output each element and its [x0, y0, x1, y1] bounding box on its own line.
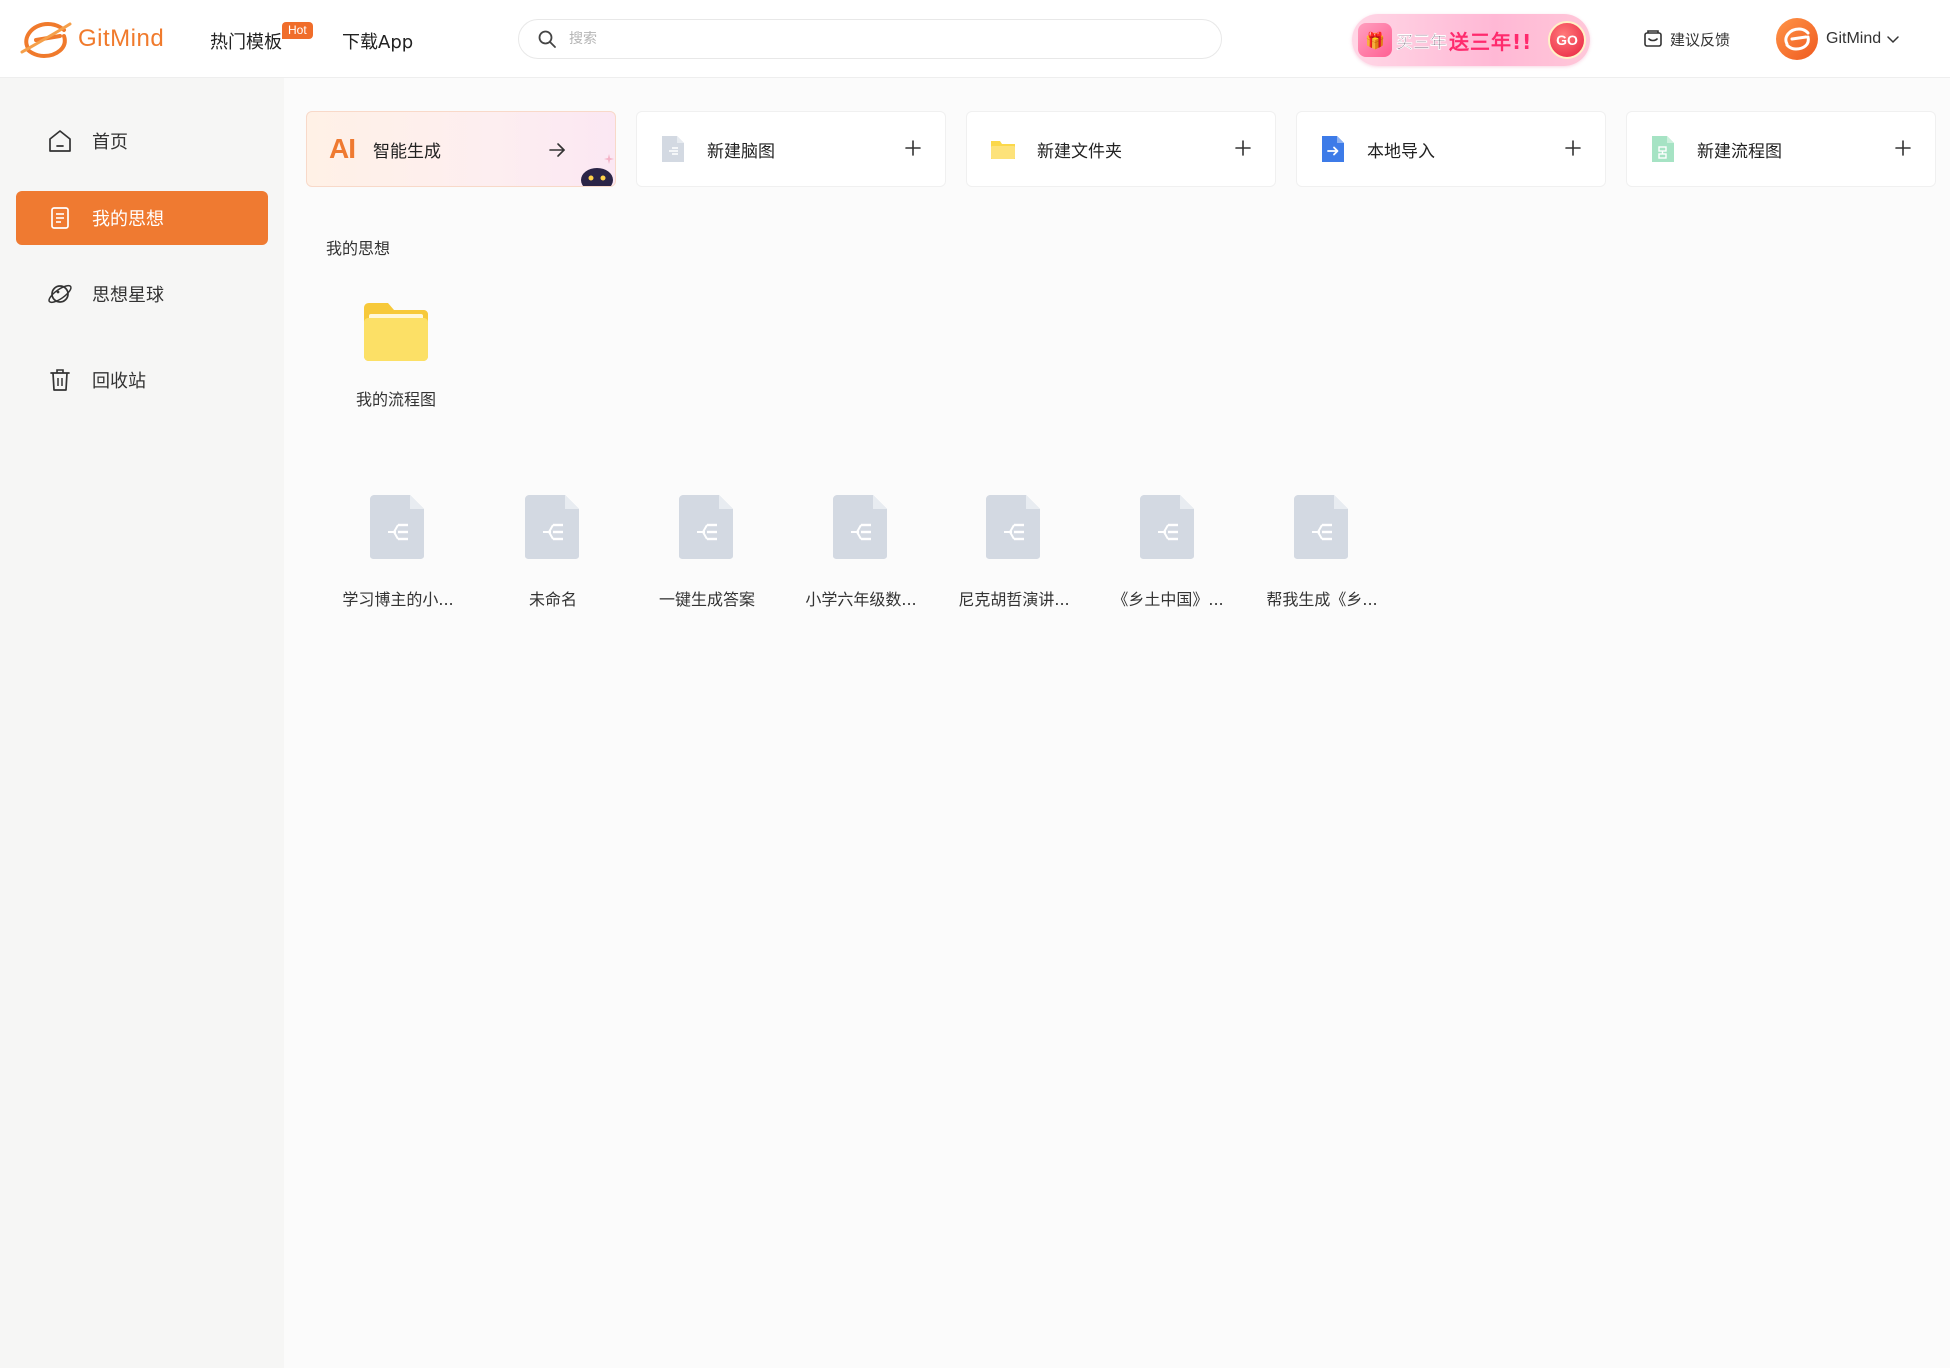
- flowchart-file-icon: [1652, 136, 1674, 162]
- section-title: 我的思想: [326, 239, 391, 258]
- promo-go-button[interactable]: GO: [1548, 21, 1586, 59]
- search-icon: [538, 30, 556, 48]
- new-mindmap-card[interactable]: 新建脑图: [636, 111, 946, 187]
- sidebar-item-idea-planet[interactable]: 思想星球: [16, 267, 268, 321]
- mindmap-file-icon: [1140, 495, 1194, 559]
- mindmap-file-icon: [370, 495, 424, 559]
- new-folder-card[interactable]: 新建文件夹: [966, 111, 1276, 187]
- brand-name: GitMind: [78, 25, 165, 52]
- file-name: 《乡土中国》...: [1112, 590, 1224, 609]
- file-item[interactable]: 学习博主的小...: [328, 492, 468, 610]
- gift-icon: 🎁: [1358, 23, 1392, 57]
- plus-icon: [1235, 140, 1251, 156]
- plus-icon: [1895, 140, 1911, 156]
- search-input[interactable]: [569, 31, 1169, 47]
- hot-badge: Hot: [282, 22, 313, 39]
- mindmap-file-icon: [525, 495, 579, 559]
- nav-download-app[interactable]: 下载App: [342, 28, 413, 54]
- document-icon: [51, 207, 69, 229]
- user-name: GitMind: [1826, 30, 1882, 47]
- planet-icon: [48, 284, 72, 304]
- avatar: [1776, 18, 1818, 60]
- feedback-button[interactable]: 建议反馈: [1642, 28, 1730, 50]
- plus-icon: [905, 140, 921, 156]
- feedback-icon: [1644, 30, 1662, 47]
- mindmap-file-icon: [662, 136, 684, 162]
- promo-banner[interactable]: 🎁 买三年 送三年!! GO: [1352, 14, 1590, 66]
- mindmap-file-icon: [1294, 495, 1348, 559]
- gitmind-avatar-icon: [1784, 27, 1810, 51]
- feedback-label: 建议反馈: [1670, 30, 1731, 49]
- ai-generate-label: 智能生成: [373, 141, 441, 162]
- search-box[interactable]: [518, 19, 1222, 59]
- sidebar-item-label: 首页: [92, 132, 128, 153]
- file-name: 学习博主的小...: [342, 590, 454, 609]
- folder-name: 我的流程图: [355, 390, 436, 409]
- file-name: 未命名: [528, 590, 577, 609]
- sidebar-item-label: 思想星球: [92, 285, 164, 306]
- file-name: 小学六年级数...: [805, 590, 917, 609]
- file-name: 帮我生成《乡...: [1266, 590, 1378, 609]
- gitmind-logo-icon: [20, 21, 72, 59]
- folder-icon: [364, 303, 428, 361]
- file-item[interactable]: 未命名: [483, 492, 623, 610]
- chevron-down-icon: [1887, 36, 1899, 44]
- file-item[interactable]: 小学六年级数...: [791, 492, 931, 610]
- sidebar-item-my-ideas[interactable]: 我的思想: [16, 191, 268, 245]
- new-flowchart-label: 新建流程图: [1697, 141, 1782, 162]
- file-item[interactable]: 《乡土中国》...: [1098, 492, 1238, 610]
- mindmap-file-icon: [986, 495, 1040, 559]
- home-icon: [49, 130, 71, 152]
- new-folder-label: 新建文件夹: [1037, 141, 1122, 162]
- plus-icon: [1565, 140, 1581, 156]
- ai-logo: AI: [329, 133, 356, 164]
- new-mindmap-label: 新建脑图: [707, 141, 775, 162]
- folder-item[interactable]: 我的流程图: [340, 300, 452, 410]
- folder-icon: [991, 141, 1015, 159]
- promo-text-b: 送三年!!: [1449, 29, 1533, 54]
- import-icon: [1322, 136, 1344, 162]
- top-header: GitMind 热门模板 Hot 下载App 🎁 买三年 送三年!! GO 建议…: [0, 0, 1950, 78]
- sidebar-item-recycle-bin[interactable]: 回收站: [16, 353, 268, 407]
- mindmap-file-icon: [679, 495, 733, 559]
- sidebar: 首页 我的思想 思想星球 回收站: [0, 78, 284, 1368]
- arrow-right-icon: [549, 143, 565, 157]
- nav-hot-templates[interactable]: 热门模板: [210, 28, 282, 54]
- new-flowchart-card[interactable]: 新建流程图: [1626, 111, 1936, 187]
- local-import-card[interactable]: 本地导入: [1296, 111, 1606, 187]
- sidebar-item-label: 回收站: [92, 371, 146, 392]
- brand-logo[interactable]: GitMind: [20, 18, 164, 60]
- robot-mascot-icon: [581, 154, 614, 186]
- ai-generate-card[interactable]: AI 智能生成: [306, 111, 616, 187]
- promo-text-a: 买三年: [1396, 32, 1447, 53]
- file-item[interactable]: 一键生成答案: [637, 492, 777, 610]
- file-name: 尼克胡哲演讲...: [958, 590, 1070, 609]
- user-menu[interactable]: GitMind: [1776, 18, 1901, 60]
- mindmap-file-icon: [833, 495, 887, 559]
- file-item[interactable]: 帮我生成《乡...: [1252, 492, 1392, 610]
- local-import-label: 本地导入: [1367, 141, 1435, 162]
- sidebar-item-home[interactable]: 首页: [16, 114, 268, 168]
- sidebar-item-label: 我的思想: [92, 209, 164, 230]
- file-name: 一键生成答案: [658, 590, 755, 609]
- trash-icon: [50, 369, 70, 391]
- file-item[interactable]: 尼克胡哲演讲...: [944, 492, 1084, 610]
